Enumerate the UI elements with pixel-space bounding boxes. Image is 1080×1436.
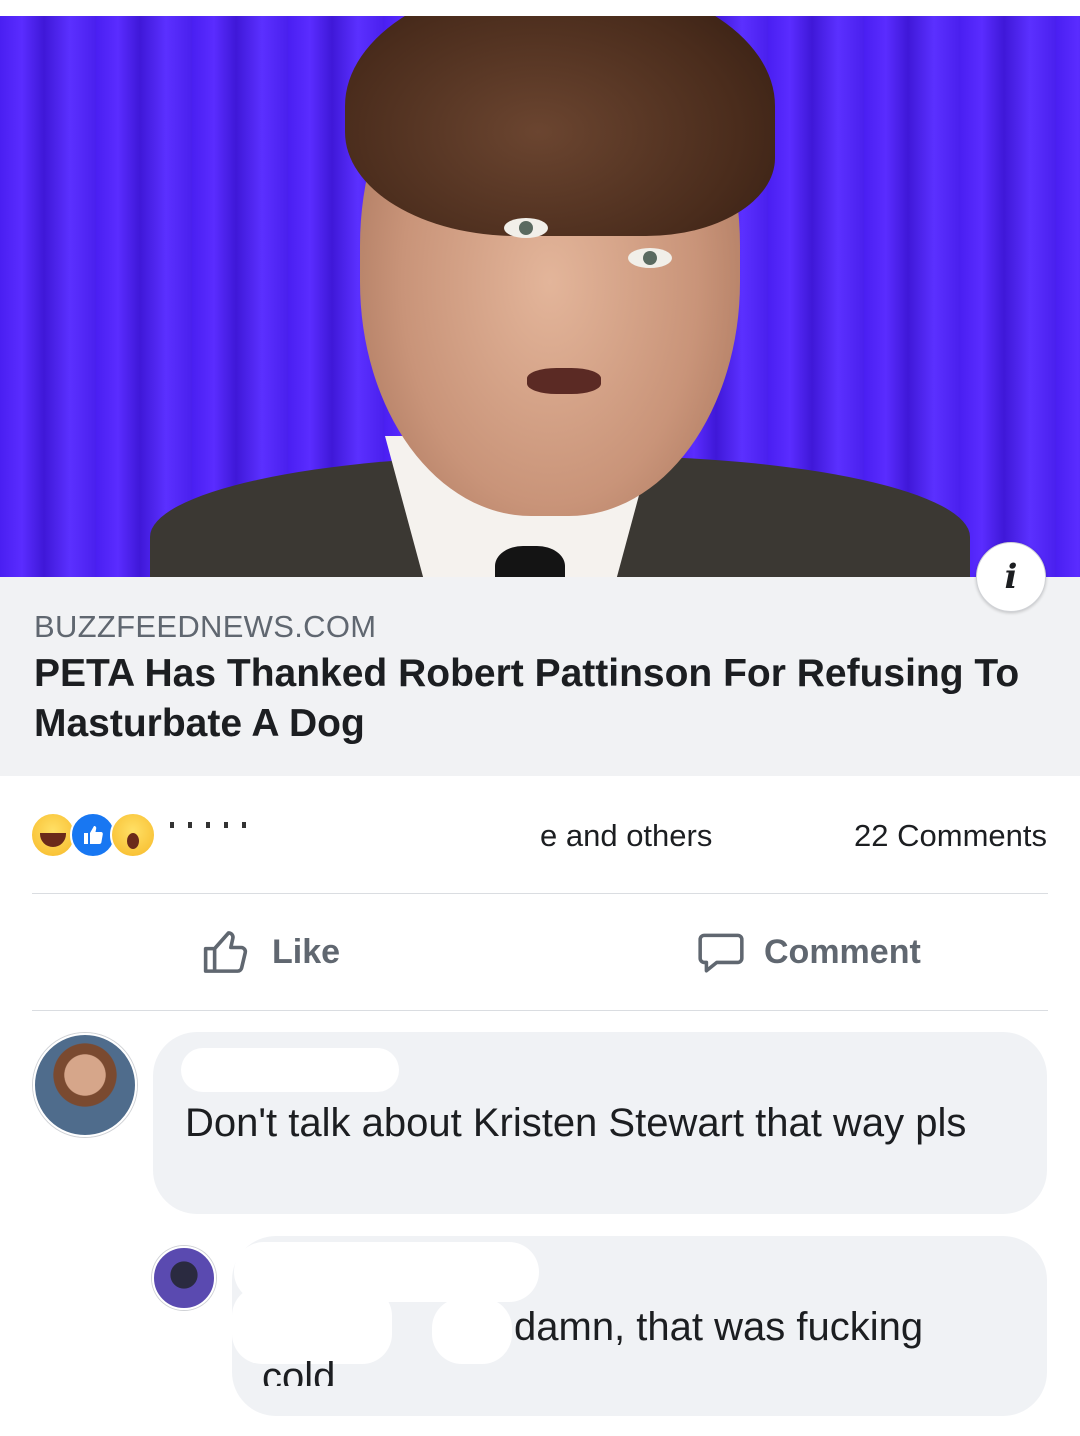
photo-hair	[345, 16, 775, 236]
photo-mouth	[527, 368, 601, 394]
photo-eye-left	[504, 218, 548, 238]
reply-text-continued: cold	[262, 1355, 336, 1386]
comments-count[interactable]: 22 Comments	[854, 818, 1047, 854]
reactions-others-text[interactable]: e and others	[540, 818, 712, 854]
comment-label: Comment	[764, 932, 921, 971]
reaction-icons[interactable]	[30, 810, 156, 860]
reply-text: damn, that was fucking	[514, 1305, 924, 1349]
photo-tie	[495, 546, 565, 577]
link-domain: BUZZFEEDNEWS.COM	[34, 609, 377, 644]
thumbs-up-icon	[203, 931, 248, 973]
photo-eye-right	[628, 248, 672, 268]
divider	[32, 893, 1048, 894]
comment-icon	[698, 933, 744, 973]
redacted-reply-text	[432, 1298, 512, 1364]
divider	[32, 1010, 1048, 1011]
wow-reaction-icon	[110, 812, 156, 858]
reply-commenter-avatar[interactable]	[152, 1246, 216, 1310]
commenter-avatar[interactable]	[33, 1033, 137, 1137]
redacted-commenter-name	[181, 1048, 399, 1092]
link-caption[interactable]: BUZZFEEDNEWS.COM PETA Has Thanked Robert…	[0, 577, 1080, 776]
info-icon[interactable]: i	[976, 542, 1046, 612]
link-headline[interactable]: PETA Has Thanked Robert Pattinson For Re…	[34, 649, 1034, 749]
redacted-reactor-names	[170, 822, 250, 828]
like-label: Like	[272, 932, 341, 971]
comment-bubble[interactable]: Don't talk about Kristen Stewart that wa…	[153, 1032, 1047, 1214]
link-preview-image[interactable]	[0, 16, 1080, 577]
like-button[interactable]: Like	[200, 920, 340, 984]
reply-bubble[interactable]: damn, that was fucking cold	[232, 1236, 1047, 1416]
comment-button[interactable]: Comment	[696, 920, 921, 984]
comment-text: Don't talk about Kristen Stewart that wa…	[185, 1101, 967, 1145]
